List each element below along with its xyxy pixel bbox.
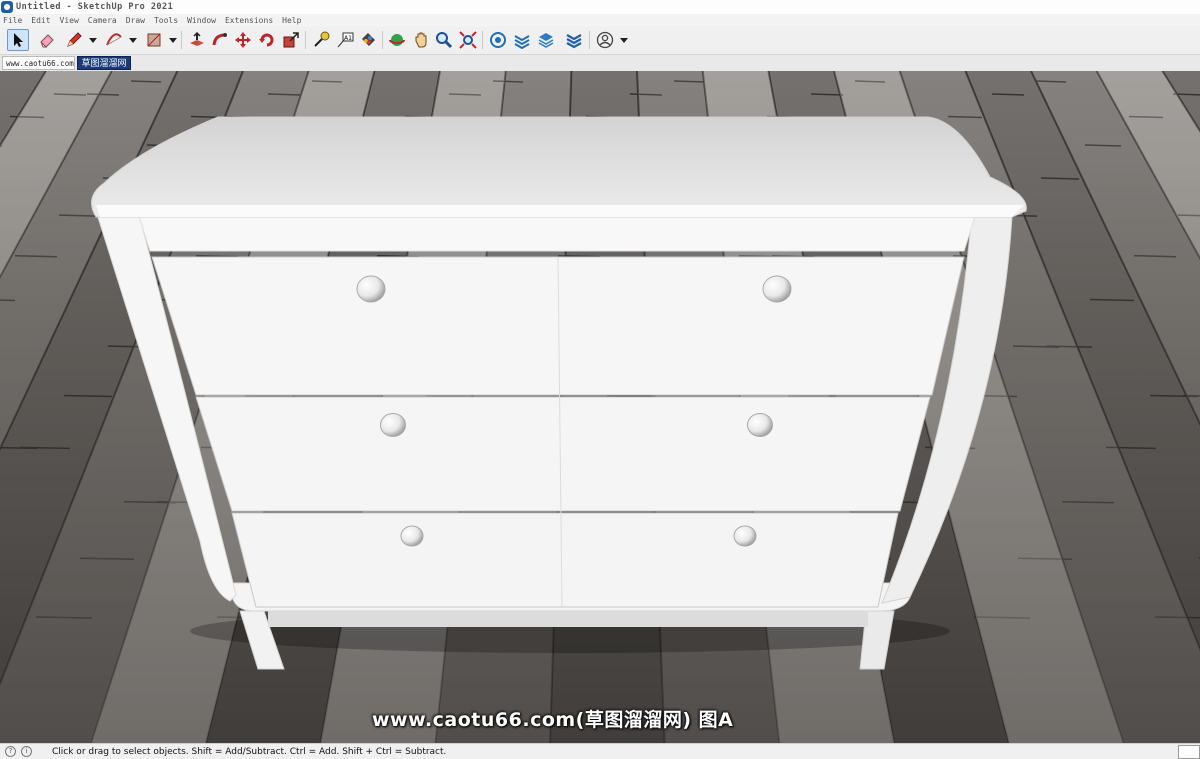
rectangle-icon xyxy=(147,33,161,47)
arrow-cursor-icon xyxy=(14,33,23,47)
eraser-tool-button[interactable] xyxy=(36,29,58,51)
paint-bucket-tool-button[interactable] xyxy=(357,29,379,51)
scene-tab-website[interactable]: www.caotu66.com xyxy=(2,56,75,70)
status-bar: ? i Click or drag to select objects. Shi… xyxy=(0,743,1200,759)
svg-text:A1: A1 xyxy=(344,35,352,42)
select-tool-button[interactable] xyxy=(7,29,29,51)
watermark-text: www.caotu66.com(草图溜溜网) 图A xyxy=(372,709,734,731)
menu-help[interactable]: Help xyxy=(282,16,301,25)
menu-extensions[interactable]: Extensions xyxy=(225,16,273,25)
drawer-knob[interactable] xyxy=(356,275,386,303)
drawer-knob[interactable] xyxy=(400,525,424,547)
drawer-middle[interactable] xyxy=(195,396,931,512)
sketchup-app-icon[interactable] xyxy=(1,1,13,13)
rectangle-tool-dropdown[interactable] xyxy=(169,35,177,45)
arc-icon xyxy=(106,33,122,46)
line-tool-dropdown[interactable] xyxy=(89,35,97,45)
extension-manager-tool-button[interactable] xyxy=(563,29,585,51)
zoom-icon xyxy=(436,32,453,49)
chest-top xyxy=(91,116,1027,218)
info-icon[interactable]: i xyxy=(21,746,32,757)
pan-tool-button[interactable] xyxy=(410,29,432,51)
rectangle-tool-button[interactable] xyxy=(143,29,165,51)
move-icon xyxy=(235,32,251,48)
zoom-extents-tool-button[interactable] xyxy=(457,29,479,51)
drawer-knob[interactable] xyxy=(747,413,773,437)
menu-window[interactable]: Window xyxy=(187,16,216,25)
arc-tool-dropdown[interactable] xyxy=(129,35,137,45)
rotate-icon xyxy=(259,33,274,47)
orbit-tool-button[interactable] xyxy=(386,29,408,51)
chest-base-shadow xyxy=(268,611,868,627)
eraser-icon xyxy=(40,34,54,48)
warehouse-icon xyxy=(490,32,506,48)
geo-location-icon[interactable]: ? xyxy=(5,746,16,757)
extension-warehouse-tool-button[interactable] xyxy=(511,29,533,51)
chest-top-rail xyxy=(137,212,977,252)
3d-warehouse-tool-button[interactable] xyxy=(487,29,509,51)
follow-me-tool-button[interactable] xyxy=(209,29,231,51)
menu-bar: File Edit View Camera Draw Tools Window … xyxy=(0,14,1200,27)
push-pull-tool-button[interactable] xyxy=(186,29,208,51)
user-account-icon xyxy=(596,31,614,49)
follow-me-icon xyxy=(212,33,227,46)
paint-bucket-icon xyxy=(362,33,375,46)
move-tool-button[interactable] xyxy=(232,29,254,51)
drawer-knob[interactable] xyxy=(762,275,792,303)
push-pull-icon xyxy=(190,31,204,46)
drawer-knob[interactable] xyxy=(733,525,757,547)
scene-tab-brand[interactable]: 草图溜溜网 xyxy=(77,56,131,70)
layers-icon xyxy=(538,33,554,48)
scale-icon xyxy=(283,32,299,48)
orbit-icon xyxy=(389,34,405,46)
tape-measure-tool-button[interactable] xyxy=(310,29,332,51)
layout-tool-button[interactable] xyxy=(535,29,557,51)
zoom-extents-icon xyxy=(459,31,477,49)
modeling-viewport[interactable]: www.caotu66.com(草图溜溜网) 图A xyxy=(0,71,1200,743)
menu-tools[interactable]: Tools xyxy=(154,16,178,25)
scene-tab-bar: www.caotu66.com 草图溜溜网 xyxy=(0,55,1200,71)
chest-top-edge xyxy=(96,205,1024,217)
menu-camera[interactable]: Camera xyxy=(88,16,117,25)
zoom-tool-button[interactable] xyxy=(433,29,455,51)
account-dropdown[interactable] xyxy=(620,35,628,45)
viewport-canvas xyxy=(0,71,1200,743)
extension-manager-icon xyxy=(566,34,582,49)
menu-file[interactable]: File xyxy=(3,16,22,25)
menu-view[interactable]: View xyxy=(60,16,79,25)
rotate-tool-button[interactable] xyxy=(256,29,278,51)
menu-edit[interactable]: Edit xyxy=(31,16,50,25)
pencil-icon xyxy=(67,32,82,47)
arc-tool-button[interactable] xyxy=(103,29,125,51)
chest-of-drawers[interactable] xyxy=(91,116,1027,670)
main-toolbar: A1 xyxy=(0,27,1200,55)
text-tool-button[interactable]: A1 xyxy=(334,29,356,51)
window-title: Untitled - SketchUp Pro 2021 xyxy=(16,2,174,12)
status-message: Click or drag to select objects. Shift =… xyxy=(52,746,447,757)
measurements-box[interactable] xyxy=(1178,745,1200,759)
text-icon: A1 xyxy=(337,32,354,48)
drawer-knob[interactable] xyxy=(380,413,406,437)
title-bar: Untitled - SketchUp Pro 2021 xyxy=(0,0,1200,14)
drawer-bottom[interactable] xyxy=(231,512,899,608)
pan-hand-icon xyxy=(415,32,427,48)
tape-measure-icon xyxy=(314,31,330,47)
menu-draw[interactable]: Draw xyxy=(126,16,145,25)
account-tool-button[interactable] xyxy=(594,29,616,51)
scale-tool-button[interactable] xyxy=(280,29,302,51)
extension-warehouse-icon xyxy=(514,35,530,49)
line-tool-button[interactable] xyxy=(63,29,85,51)
